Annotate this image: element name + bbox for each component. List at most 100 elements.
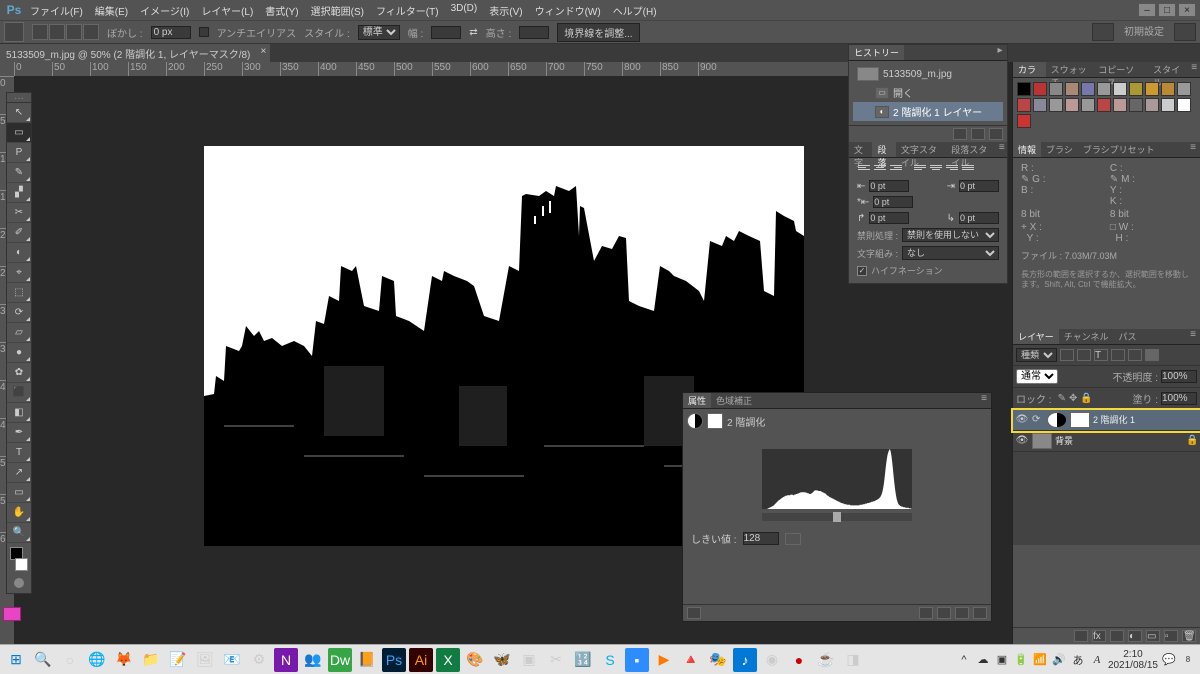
- view-previous-icon[interactable]: [919, 607, 933, 619]
- volume-icon[interactable]: 🔊: [1051, 652, 1067, 668]
- reset-icon[interactable]: [937, 607, 951, 619]
- menu-item[interactable]: ヘルプ(H): [607, 1, 663, 20]
- butterfly-icon[interactable]: 🦋: [490, 648, 514, 672]
- hand-tool-icon[interactable]: [785, 533, 801, 545]
- justify-left-icon[interactable]: [913, 164, 927, 176]
- explorer-icon[interactable]: 📁: [139, 648, 163, 672]
- swatch[interactable]: [1113, 98, 1127, 112]
- onenote-icon[interactable]: N: [274, 648, 298, 672]
- swatch[interactable]: [1049, 98, 1063, 112]
- tool-10[interactable]: ⟳: [7, 303, 31, 323]
- swatch[interactable]: [1097, 82, 1111, 96]
- justify-right-icon[interactable]: [945, 164, 959, 176]
- swatch[interactable]: [1017, 98, 1031, 112]
- terminal-icon[interactable]: ▣: [517, 648, 541, 672]
- menu-item[interactable]: フィルター(T): [370, 1, 445, 20]
- search-button[interactable]: 🔍: [31, 648, 55, 672]
- opacity-input[interactable]: [1161, 370, 1197, 383]
- first-line-input[interactable]: [873, 196, 913, 208]
- filter-type-icon[interactable]: T: [1094, 349, 1108, 361]
- tab-color-0[interactable]: カラー: [1013, 62, 1046, 77]
- swatch[interactable]: [1145, 98, 1159, 112]
- fill-input[interactable]: [1161, 392, 1197, 405]
- swatch[interactable]: [1145, 82, 1159, 96]
- filter-pixel-icon[interactable]: [1060, 349, 1074, 361]
- menu-item[interactable]: 3D(D): [445, 1, 484, 20]
- mask-icon[interactable]: [707, 413, 723, 429]
- swatch[interactable]: [1113, 82, 1127, 96]
- slider-handle-icon[interactable]: [833, 512, 841, 522]
- group-icon[interactable]: ▭: [1146, 630, 1160, 642]
- mojikumi-select[interactable]: なし: [902, 246, 999, 260]
- swatch[interactable]: [1161, 82, 1175, 96]
- history-item[interactable]: 5133509_m.jpg: [853, 65, 1003, 83]
- delete-layer-icon[interactable]: 🗑: [1182, 630, 1196, 642]
- panel-menu-icon[interactable]: ≡: [1188, 62, 1200, 77]
- firefox-icon[interactable]: 🦊: [112, 648, 136, 672]
- java-icon[interactable]: ☕: [814, 648, 838, 672]
- swatch[interactable]: [1081, 82, 1095, 96]
- layer-row[interactable]: 👁背景🔒: [1013, 431, 1200, 452]
- swatch[interactable]: [1177, 82, 1191, 96]
- lock-image-icon[interactable]: ✎: [1058, 393, 1066, 404]
- history-new-icon[interactable]: [971, 128, 985, 140]
- filter-smart-icon[interactable]: [1128, 349, 1142, 361]
- vlc-icon[interactable]: 🔺: [679, 648, 703, 672]
- tool-5[interactable]: ✂: [7, 203, 31, 223]
- tool-7[interactable]: ◐: [7, 243, 31, 263]
- filter-shape-icon[interactable]: [1111, 349, 1125, 361]
- swatch[interactable]: [1065, 98, 1079, 112]
- adjustment-thumb-icon[interactable]: [1047, 412, 1067, 428]
- minimize-button[interactable]: –: [1138, 3, 1156, 17]
- tab-paragraph-1[interactable]: 段落: [872, 142, 895, 157]
- tab-paragraph-2[interactable]: 文字スタイル: [896, 142, 946, 157]
- tool-20[interactable]: ✋: [7, 503, 31, 523]
- layer-row[interactable]: 👁⟳2 階調化 1: [1013, 410, 1200, 431]
- current-tool-icon[interactable]: [4, 22, 24, 42]
- tool-13[interactable]: ✿: [7, 363, 31, 383]
- visibility-icon[interactable]: 👁: [1015, 435, 1029, 447]
- excel-icon[interactable]: X: [436, 648, 460, 672]
- tool-14[interactable]: ⬛: [7, 383, 31, 403]
- illustrator-icon[interactable]: Ai: [409, 648, 433, 672]
- swatch[interactable]: [1129, 82, 1143, 96]
- maximize-button[interactable]: □: [1158, 3, 1176, 17]
- antialias-checkbox[interactable]: [199, 27, 209, 37]
- tool-12[interactable]: ●: [7, 343, 31, 363]
- tab-info-2[interactable]: ブラシプリセット: [1078, 142, 1160, 157]
- threshold-input[interactable]: [743, 532, 779, 545]
- tool-18[interactable]: ↗: [7, 463, 31, 483]
- record-icon[interactable]: ●: [787, 648, 811, 672]
- swatch[interactable]: [1065, 82, 1079, 96]
- ime-mode-icon[interactable]: A: [1089, 652, 1105, 668]
- link-layers-icon[interactable]: [1074, 630, 1088, 642]
- space-before-input[interactable]: [869, 212, 909, 224]
- adjustment-layer-icon[interactable]: ◐: [1128, 630, 1142, 642]
- tool-17[interactable]: T: [7, 443, 31, 463]
- battery-icon[interactable]: 🔋: [1013, 652, 1029, 668]
- new-layer-icon[interactable]: ▫: [1164, 630, 1178, 642]
- sublime-icon[interactable]: 📙: [355, 648, 379, 672]
- swatch[interactable]: [1017, 114, 1031, 128]
- close-button[interactable]: ×: [1178, 3, 1196, 17]
- swatch[interactable]: [1049, 82, 1063, 96]
- indent-right-input[interactable]: [959, 180, 999, 192]
- space-after-input[interactable]: [959, 212, 999, 224]
- layer-name[interactable]: 背景: [1055, 434, 1073, 447]
- tab-color-correction[interactable]: 色域補正: [711, 393, 757, 408]
- layer-name[interactable]: 2 階調化 1: [1093, 413, 1135, 426]
- tab-layers-0[interactable]: レイヤー: [1013, 329, 1059, 344]
- tray-app-icon[interactable]: ▣: [994, 652, 1010, 668]
- align-right-icon[interactable]: [889, 164, 903, 176]
- feather-input[interactable]: [151, 26, 191, 39]
- width-input[interactable]: [431, 26, 461, 39]
- menu-item[interactable]: イメージ(I): [134, 1, 195, 20]
- delete-adjustment-icon[interactable]: [973, 607, 987, 619]
- swatch[interactable]: [1033, 82, 1047, 96]
- threshold-slider[interactable]: [762, 513, 912, 521]
- menu-item[interactable]: ファイル(F): [24, 1, 89, 20]
- filter-adjust-icon[interactable]: [1077, 349, 1091, 361]
- tab-history[interactable]: ヒストリー: [849, 45, 904, 60]
- skype-icon[interactable]: S: [598, 648, 622, 672]
- tray-chevron-icon[interactable]: ^: [956, 652, 972, 668]
